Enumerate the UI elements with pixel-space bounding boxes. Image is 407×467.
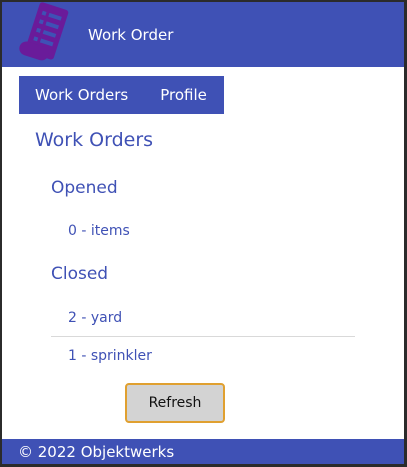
page-title: Work Orders [35,129,154,151]
nav-item-profile[interactable]: Profile [160,86,207,104]
opened-section-title: Opened [51,178,118,198]
list-item-opened[interactable]: 0 - items [68,223,130,239]
document-list-icon [19,2,69,61]
list-divider [51,336,355,337]
nav-bar: Work Orders Profile [19,76,224,114]
closed-section-title: Closed [51,264,109,284]
app-window: Work Order Work Orders Profile Work Orde… [2,2,404,464]
nav-item-work-orders[interactable]: Work Orders [35,86,128,104]
app-header: Work Order [2,2,404,67]
list-item-closed[interactable]: 1 - sprinkler [68,348,152,364]
app-title: Work Order [88,26,174,44]
footer-copyright: © 2022 Objektwerks [18,442,175,461]
refresh-button[interactable]: Refresh [125,383,225,423]
footer: © 2022 Objektwerks [2,439,404,464]
list-item-closed[interactable]: 2 - yard [68,310,122,326]
